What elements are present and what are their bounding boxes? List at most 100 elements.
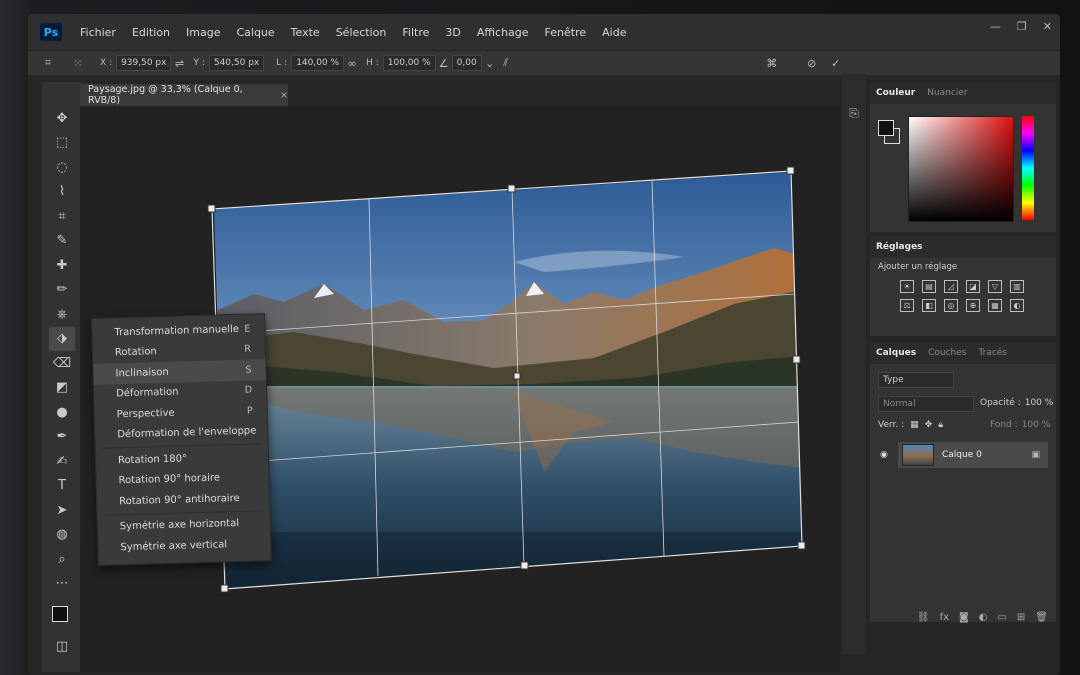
menu-selection[interactable]: Sélection (328, 26, 395, 39)
curves-icon[interactable]: ◿ (944, 280, 958, 293)
levels-icon[interactable]: ▤ (922, 280, 936, 293)
layer-filter-select[interactable]: Type (878, 372, 954, 388)
color-picker-field[interactable] (908, 116, 1014, 222)
link-layers-icon[interactable]: ⛓ (917, 612, 930, 623)
menu-calque[interactable]: Calque (228, 26, 282, 39)
lock-all-icon[interactable]: 🔒︎ (938, 420, 943, 430)
menu-edition[interactable]: Edition (124, 26, 178, 39)
tab-calques[interactable]: Calques (876, 348, 916, 358)
new-group-icon[interactable]: ▭ (997, 612, 1006, 623)
document-tab[interactable]: Paysage.jpg @ 33,3% (Calque 0, RVB/8) × (80, 84, 288, 106)
y-position-field[interactable]: 540,50 px (208, 55, 265, 71)
exposure-icon[interactable]: ◪ (966, 280, 980, 293)
color-lookup-icon[interactable]: ▦ (988, 299, 1002, 312)
photoshop-logo-icon: Ps (40, 23, 62, 41)
skew-icon[interactable]: ⫽ (498, 56, 514, 70)
black-white-icon[interactable]: ◧ (922, 299, 936, 312)
vibrance-icon[interactable]: ▽ (988, 280, 1002, 293)
fill-control: Fond : 100 % (990, 420, 1050, 430)
blend-mode-select[interactable]: Normal (878, 396, 974, 412)
constrain-proportions-icon[interactable]: ∞ (344, 56, 360, 70)
opacity-value[interactable]: 100 % (1025, 398, 1054, 408)
new-layer-icon[interactable]: ⊞ (1017, 612, 1025, 623)
more-tools-icon[interactable]: ⋯ (49, 572, 75, 596)
width-field[interactable]: 140,00 % (291, 55, 345, 71)
eraser-tool-icon[interactable]: ⌫ (49, 351, 75, 375)
menu-3d[interactable]: 3D (437, 26, 468, 39)
x-position-field[interactable]: 939,50 px (116, 55, 172, 71)
lasso-tool-icon[interactable]: ◌ (49, 155, 75, 179)
minimize-icon[interactable]: — (990, 20, 1001, 33)
marquee-tool-icon[interactable]: ⬚ (49, 131, 75, 155)
dodge-tool-icon[interactable]: ● (49, 400, 75, 424)
height-field[interactable]: 100,00 % (382, 55, 436, 71)
tab-couches[interactable]: Couches (928, 348, 966, 358)
menu-fenetre[interactable]: Fenêtre (537, 26, 595, 39)
brush-tool-icon[interactable]: ✏ (49, 278, 75, 302)
quick-selection-tool-icon[interactable]: ⌇ (49, 180, 75, 204)
transform-reference-icon[interactable]: ⌗ (40, 56, 56, 70)
quick-mask-icon[interactable]: ◫ (49, 634, 75, 658)
hue-slider[interactable] (1022, 116, 1034, 220)
angle-field[interactable]: 0,00 (451, 55, 482, 71)
layer-style-icon[interactable]: fx (940, 612, 949, 623)
lock-label: Verr. : (878, 420, 905, 430)
healing-brush-tool-icon[interactable]: ✚ (49, 253, 75, 277)
brightness-icon[interactable]: ☀ (900, 280, 914, 293)
tab-traces[interactable]: Tracés (978, 348, 1007, 358)
tab-nuancier[interactable]: Nuancier (927, 88, 967, 98)
crop-tool-icon[interactable]: ⌗ (49, 204, 75, 228)
layer-row-calque-0[interactable]: Calque 0 ▣ (898, 442, 1048, 468)
lock-position-icon[interactable]: ✥ (925, 420, 933, 430)
menu-texte[interactable]: Texte (283, 26, 328, 39)
move-tool-icon[interactable]: ✥ (49, 106, 75, 130)
pen-tool-icon[interactable]: ✒ (49, 425, 75, 449)
foreground-color[interactable] (52, 606, 68, 622)
x-label: X : (100, 58, 113, 68)
layer-visibility-eye-icon[interactable]: ◉ (880, 450, 888, 460)
clone-stamp-tool-icon[interactable]: ⎈ (49, 302, 75, 326)
cancel-transform-icon[interactable]: ⊘ (804, 56, 820, 70)
opacity-control: Opacité : 100 % (980, 398, 1053, 408)
path-selection-tool-icon[interactable]: ➤ (49, 498, 75, 522)
gradient-tool-icon[interactable]: ◩ (49, 376, 75, 400)
reference-point-icon[interactable]: ⁙ (70, 56, 86, 70)
menu-item-rotation-90-antihoraire[interactable]: Rotation 90° antihoraire (97, 487, 270, 512)
invert-icon[interactable]: ◐ (1010, 299, 1024, 312)
new-adjustment-icon[interactable]: ◐ (979, 612, 988, 623)
add-mask-icon[interactable]: ◙ (959, 612, 969, 623)
freeform-pen-tool-icon[interactable]: ✍ (49, 449, 75, 473)
warp-toggle-icon[interactable]: ⌘ (764, 56, 780, 70)
color-balance-icon[interactable]: ⚖ (900, 299, 914, 312)
menu-image[interactable]: Image (178, 26, 228, 39)
close-icon[interactable]: ✕ (1043, 20, 1052, 33)
channel-mixer-icon[interactable]: ⊕ (966, 299, 980, 312)
zoom-tool-icon[interactable]: ⌕ (49, 547, 75, 571)
lock-pixels-icon[interactable]: ▦ (910, 420, 919, 430)
foreground-color-swatch[interactable] (878, 120, 894, 136)
color-swatches[interactable] (49, 604, 75, 634)
delete-layer-icon[interactable]: 🗑︎ (1035, 612, 1048, 623)
interpolation-icon[interactable]: ⌄ (482, 56, 498, 70)
link-icon[interactable]: ⇌ (171, 56, 187, 70)
photo-filter-icon[interactable]: ◎ (944, 299, 958, 312)
tab-couleur[interactable]: Couleur (876, 88, 915, 98)
maximize-icon[interactable]: ❐ (1017, 20, 1027, 33)
shape-tool-icon[interactable]: ◍ (49, 523, 75, 547)
color-panel: Couleur Nuancier (870, 82, 1056, 232)
eyedropper-tool-icon[interactable]: ✎ (49, 229, 75, 253)
document-title: Paysage.jpg @ 33,3% (Calque 0, RVB/8) (88, 84, 243, 106)
type-tool-icon[interactable]: T (49, 474, 75, 498)
transform-tool-icon[interactable]: ⬗ (49, 326, 75, 351)
close-document-icon[interactable]: × (280, 90, 288, 101)
hue-saturation-icon[interactable]: ▥ (1010, 280, 1024, 293)
fill-value[interactable]: 100 % (1022, 420, 1051, 430)
menu-item-deformation-enveloppe[interactable]: Déformation de l'enveloppe (95, 421, 268, 446)
menu-aide[interactable]: Aide (594, 26, 634, 39)
menu-fichier[interactable]: Fichier (72, 26, 124, 39)
menu-filtre[interactable]: Filtre (394, 26, 437, 39)
commit-transform-icon[interactable]: ✓ (828, 56, 844, 70)
history-panel-icon[interactable]: ⎘ (842, 106, 866, 121)
menu-affichage[interactable]: Affichage (469, 26, 537, 39)
menu-item-symetrie-vertical[interactable]: Symétrie axe vertical (98, 533, 271, 558)
